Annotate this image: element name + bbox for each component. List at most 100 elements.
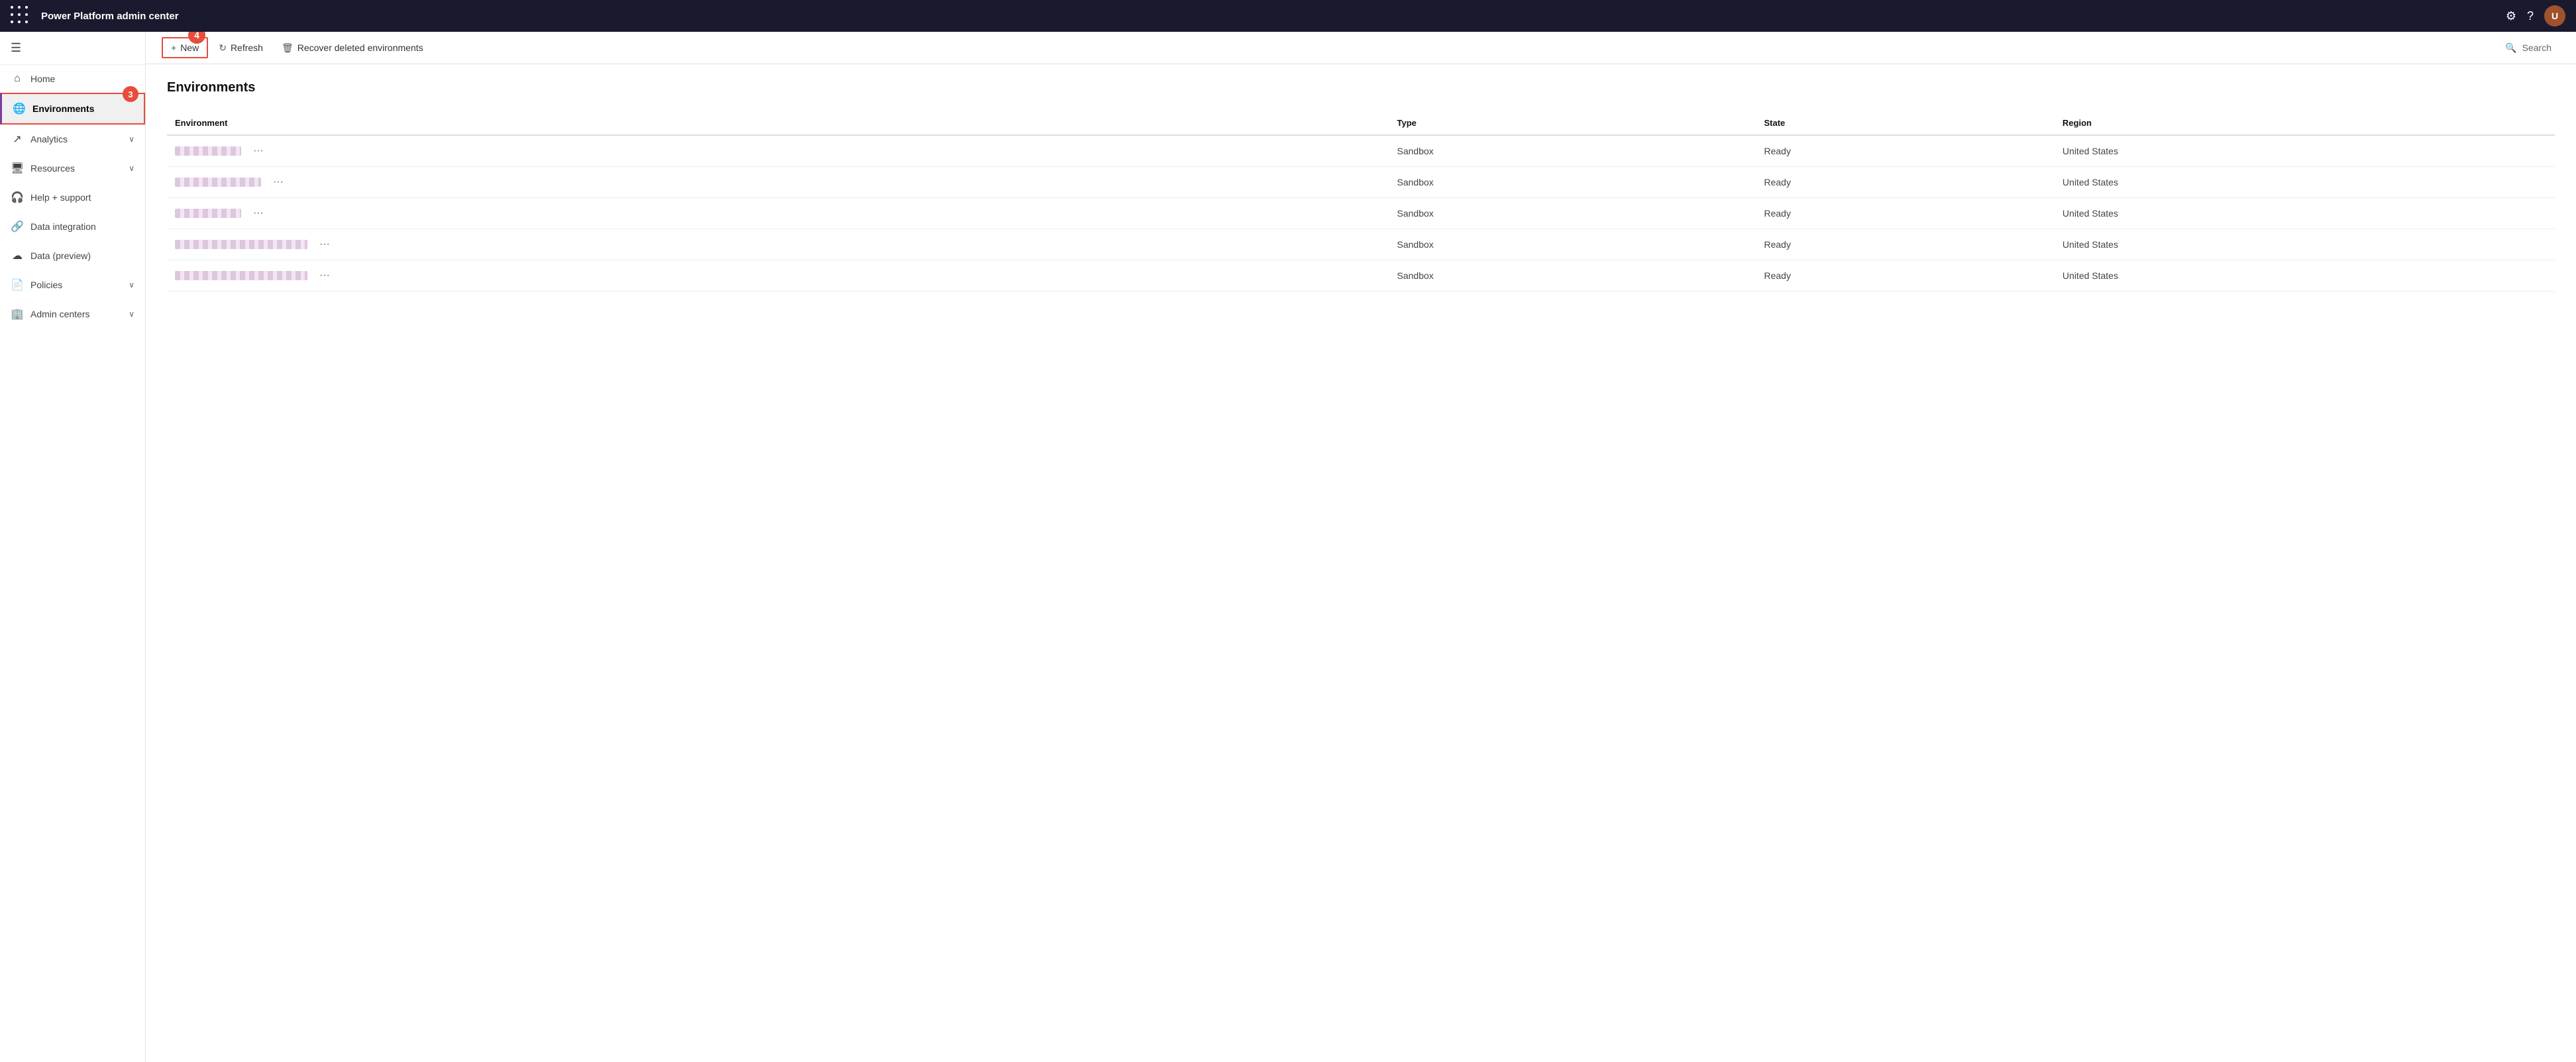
col-environment: Environment [167,111,1389,135]
env-region-1: United States [2055,167,2555,198]
analytics-chevron-icon: ∨ [129,134,134,144]
sidebar-item-help-support[interactable]: 🎧 Help + support [0,183,145,212]
table-row[interactable]: ··· SandboxReadyUnited States [167,198,2555,229]
env-name-cell-4: ··· [167,260,1389,292]
sidebar-label-home: Home [30,74,55,84]
page-title: Environments [167,80,2555,95]
env-name-blurred-0 [175,146,241,156]
sidebar-item-environments[interactable]: 🌐 Environments 3 [0,93,145,125]
env-name-blurred-4 [175,271,307,280]
env-state-3: Ready [1756,229,2054,260]
table-row[interactable]: ··· SandboxReadyUnited States [167,135,2555,167]
app-grid-menu[interactable] [11,6,30,26]
sidebar-item-analytics[interactable]: ↗ Analytics ∨ [0,125,145,154]
col-type: Type [1389,111,1756,135]
toolbar: 4 + New ↻ Refresh 🗑 Recover deleted envi… [146,32,2576,64]
refresh-icon: ↻ [219,42,227,54]
settings-icon[interactable]: ⚙ [2506,9,2516,23]
env-name-cell-0: ··· [167,135,1389,167]
data-preview-icon: ☁ [11,249,24,262]
env-name-blurred-3 [175,240,307,249]
top-nav-actions: ⚙ ? U [2506,5,2565,27]
app-title: Power Platform admin center [41,11,2506,22]
analytics-icon: ↗ [11,133,24,146]
help-icon[interactable]: ? [2527,9,2534,23]
sidebar-label-policies: Policies [30,280,62,290]
home-icon: ⌂ [11,73,24,85]
main-layout: ☰ ⌂ Home 🌐 Environments 3 ↗ Analytics ∨ … [0,32,2576,1062]
table-row[interactable]: ··· SandboxReadyUnited States [167,260,2555,292]
env-name-content-3: ··· [175,237,1381,252]
policies-icon: 📄 [11,278,24,292]
recover-button[interactable]: 🗑 Recover deleted environments [274,38,431,58]
hamburger-menu[interactable]: ☰ [0,32,145,65]
col-region: Region [2055,111,2555,135]
sidebar-label-resources: Resources [30,163,75,174]
avatar[interactable]: U [2544,5,2565,27]
env-ellipsis-button-1[interactable]: ··· [269,175,288,189]
env-name-content-4: ··· [175,268,1381,283]
sidebar-item-resources[interactable]: 🖥 Resources ∨ [0,154,145,183]
env-type-2: Sandbox [1389,198,1756,229]
sidebar-label-environments: Environments [32,103,94,114]
env-ellipsis-button-2[interactable]: ··· [249,206,268,221]
env-name-blurred-1 [175,178,261,187]
sidebar-label-help-support: Help + support [30,192,91,203]
search-icon: 🔍 [2505,42,2516,54]
sidebar-item-policies[interactable]: 📄 Policies ∨ [0,270,145,299]
col-state: State [1756,111,2054,135]
table-header-row: Environment Type State Region [167,111,2555,135]
env-state-1: Ready [1756,167,2054,198]
data-integration-icon: 🔗 [11,220,24,233]
environments-icon: 🌐 [13,102,26,115]
sidebar-label-data-preview: Data (preview) [30,250,91,261]
environments-table: Environment Type State Region ··· Sandbox… [167,111,2555,292]
env-ellipsis-button-3[interactable]: ··· [315,237,334,252]
sidebar-item-home[interactable]: ⌂ Home [0,65,145,93]
env-state-2: Ready [1756,198,2054,229]
resources-icon: 🖥 [11,162,24,175]
refresh-button[interactable]: ↻ Refresh [211,38,271,58]
env-name-blurred-2 [175,209,241,218]
env-ellipsis-button-4[interactable]: ··· [315,268,334,283]
sidebar-label-analytics: Analytics [30,134,68,144]
env-type-1: Sandbox [1389,167,1756,198]
env-state-0: Ready [1756,135,2054,167]
env-name-cell-2: ··· [167,198,1389,229]
env-region-0: United States [2055,135,2555,167]
help-support-icon: 🎧 [11,191,24,204]
sidebar-item-data-integration[interactable]: 🔗 Data integration [0,212,145,241]
content-area: 4 + New ↻ Refresh 🗑 Recover deleted envi… [146,32,2576,1062]
sidebar-label-data-integration: Data integration [30,221,96,232]
top-navigation: Power Platform admin center ⚙ ? U [0,0,2576,32]
search-area[interactable]: 🔍 Search [2496,38,2560,58]
env-region-4: United States [2055,260,2555,292]
new-button-wrapper: 4 + New [162,37,208,58]
env-region-2: United States [2055,198,2555,229]
env-region-3: United States [2055,229,2555,260]
env-name-cell-1: ··· [167,167,1389,198]
table-row[interactable]: ··· SandboxReadyUnited States [167,229,2555,260]
recover-icon: 🗑 [282,42,294,54]
environments-container: Environments Environment Type State Regi… [146,64,2576,1062]
env-type-3: Sandbox [1389,229,1756,260]
env-ellipsis-button-0[interactable]: ··· [249,144,268,158]
env-type-0: Sandbox [1389,135,1756,167]
callout-badge-3: 3 [123,86,138,102]
table-row[interactable]: ··· SandboxReadyUnited States [167,167,2555,198]
new-plus-icon: + [171,42,176,53]
resources-chevron-icon: ∨ [129,164,134,173]
env-name-content-2: ··· [175,206,1381,221]
policies-chevron-icon: ∨ [129,280,134,290]
sidebar-item-admin-centers[interactable]: 🏢 Admin centers ∨ [0,299,145,329]
env-name-cell-3: ··· [167,229,1389,260]
admin-centers-chevron-icon: ∨ [129,309,134,319]
sidebar-label-admin-centers: Admin centers [30,309,89,319]
sidebar-item-data-preview[interactable]: ☁ Data (preview) [0,241,145,270]
env-name-content-1: ··· [175,175,1381,189]
env-state-4: Ready [1756,260,2054,292]
env-name-content-0: ··· [175,144,1381,158]
sidebar: ☰ ⌂ Home 🌐 Environments 3 ↗ Analytics ∨ … [0,32,146,1062]
env-type-4: Sandbox [1389,260,1756,292]
admin-centers-icon: 🏢 [11,307,24,321]
